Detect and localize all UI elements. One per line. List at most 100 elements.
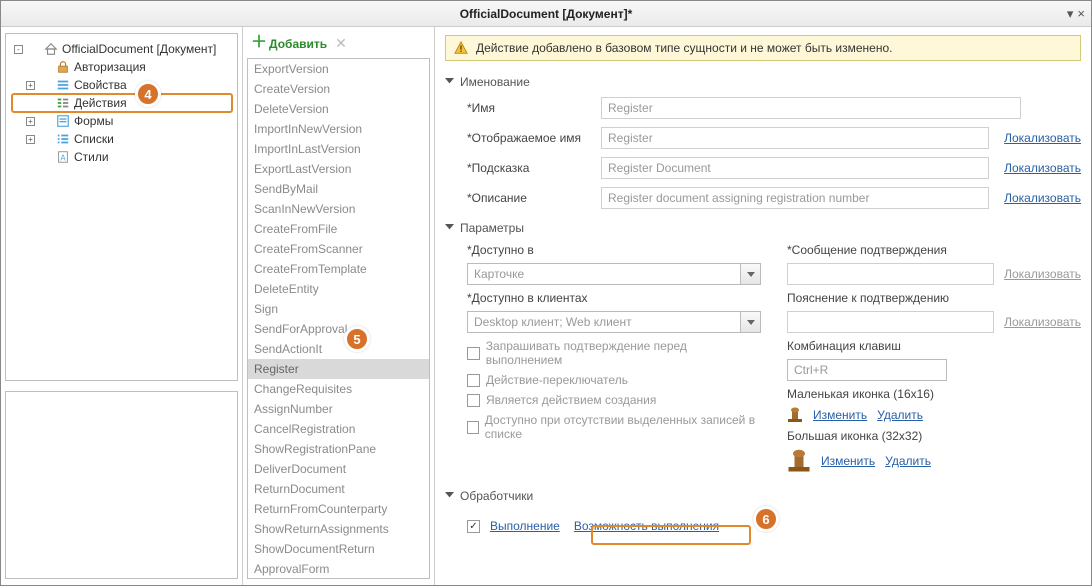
tree-node[interactable]: AСтили	[10, 148, 233, 166]
tree-expander[interactable]: +	[26, 81, 35, 90]
label-big-icon: Большая иконка (32x32)	[787, 429, 1081, 443]
tree-label: OfficialDocument [Документ]	[60, 42, 218, 56]
list-item[interactable]: ImportInNewVersion	[248, 119, 429, 139]
localize-hint[interactable]: Локализовать	[1004, 161, 1081, 175]
lock-icon	[56, 60, 70, 74]
list-item[interactable]: ReturnFromCounterparty	[248, 499, 429, 519]
display-name-input[interactable]	[601, 127, 989, 149]
tree-node[interactable]: Авторизация	[10, 58, 233, 76]
name-input[interactable]	[601, 97, 1021, 119]
toggle-action-checkbox[interactable]	[467, 374, 480, 387]
form-icon	[56, 114, 70, 128]
list-item[interactable]: ChangeRequisites	[248, 379, 429, 399]
tree-node[interactable]: + Списки	[10, 130, 233, 148]
execute-checkbox[interactable]	[467, 520, 480, 533]
label-available-clients: *Доступно в клиентах	[467, 291, 761, 305]
chevron-down-icon	[445, 492, 454, 501]
tree-expander[interactable]: -	[14, 45, 23, 54]
list-item[interactable]: DeleteEntity	[248, 279, 429, 299]
label-shortcut: Комбинация клавиш	[787, 339, 1081, 353]
list-item[interactable]: SendForApproval	[248, 319, 429, 339]
label-description: *Описание	[467, 191, 601, 205]
minimize-button[interactable]: ▾	[1067, 6, 1074, 22]
style-icon: A	[56, 150, 70, 164]
section-handlers[interactable]: Обработчики	[445, 489, 1081, 503]
list-item[interactable]: ReturnDocument	[248, 479, 429, 499]
change-small-icon[interactable]: Изменить	[813, 408, 867, 422]
list-item[interactable]: ShowReturnAssignments	[248, 519, 429, 539]
available-clients-select[interactable]: Desktop клиент; Web клиент	[467, 311, 761, 333]
add-action-button[interactable]: ＋ Добавить	[251, 37, 327, 51]
section-params[interactable]: Параметры	[445, 221, 1081, 235]
localize-description[interactable]: Локализовать	[1004, 191, 1081, 205]
titlebar: OfficialDocument [Документ]* ▾ ×	[1, 1, 1091, 27]
list-item[interactable]: DeliverDocument	[248, 459, 429, 479]
list-item[interactable]: AssignNumber	[248, 399, 429, 419]
tree-node[interactable]: + Свойства	[10, 76, 233, 94]
section-naming[interactable]: Именование	[445, 75, 1081, 89]
tree-expander[interactable]: +	[26, 135, 35, 144]
dropdown-button[interactable]	[740, 312, 760, 332]
hint-input[interactable]	[601, 157, 989, 179]
label-confirm-msg: *Сообщение подтверждения	[787, 243, 1081, 257]
execute-handler-link[interactable]: Выполнение	[490, 519, 560, 533]
list-item[interactable]: CreateFromFile	[248, 219, 429, 239]
svg-text:A: A	[60, 154, 66, 163]
localize-display-name[interactable]: Локализовать	[1004, 131, 1081, 145]
delete-small-icon[interactable]: Удалить	[877, 408, 923, 422]
label-confirm-desc: Пояснение к подтверждению	[787, 291, 1081, 305]
warning-icon	[454, 41, 468, 55]
list-item[interactable]: CreateFromTemplate	[248, 259, 429, 279]
list-item[interactable]: SendActionIt	[248, 339, 429, 359]
dropdown-button[interactable]	[740, 264, 760, 284]
ask-confirm-checkbox[interactable]	[467, 347, 480, 360]
tree-label: Действия	[72, 96, 129, 110]
list-item[interactable]: CreateFromScanner	[248, 239, 429, 259]
delete-action-button[interactable]: ✕	[335, 35, 347, 52]
tree-node[interactable]: - OfficialDocument [Документ]	[10, 40, 233, 58]
avail-no-selection-checkbox[interactable]	[467, 421, 479, 434]
list-item[interactable]: ApprovalForm	[248, 559, 429, 579]
shortcut-input[interactable]: Ctrl+R	[787, 359, 947, 381]
list-item[interactable]: Sign	[248, 299, 429, 319]
label-hint: *Подсказка	[467, 161, 601, 175]
list-item[interactable]: ImportInLastVersion	[248, 139, 429, 159]
available-in-select[interactable]: Карточке	[467, 263, 761, 285]
tree-node[interactable]: Действия	[10, 94, 233, 112]
list-item[interactable]: CreateVersion	[248, 79, 429, 99]
chevron-down-icon	[445, 78, 454, 87]
info-banner-text: Действие добавлено в базовом типе сущнос…	[476, 41, 892, 55]
tree-preview-box	[5, 391, 238, 579]
list-item[interactable]: ShowDocumentReturn	[248, 539, 429, 559]
close-button[interactable]: ×	[1077, 6, 1085, 22]
list-item[interactable]: Register	[248, 359, 429, 379]
localize-confirm-msg: Локализовать	[1004, 267, 1081, 281]
tree-expander[interactable]: +	[26, 117, 35, 126]
tree-label: Списки	[72, 132, 116, 146]
tree-label: Свойства	[72, 78, 129, 92]
list-item[interactable]: SendByMail	[248, 179, 429, 199]
description-input[interactable]	[601, 187, 989, 209]
actions-list[interactable]: ExportVersionCreateVersionDeleteVersionI…	[247, 58, 430, 579]
list-item[interactable]: ShowRegistrationPane	[248, 439, 429, 459]
list-item[interactable]: ScanInNewVersion	[248, 199, 429, 219]
label-small-icon: Маленькая иконка (16x16)	[787, 387, 1081, 401]
list-item[interactable]: DeleteVersion	[248, 99, 429, 119]
list-item[interactable]: CancelRegistration	[248, 419, 429, 439]
chevron-down-icon	[445, 224, 454, 233]
list-item[interactable]: ExportVersion	[248, 59, 429, 79]
confirm-desc-input[interactable]	[787, 311, 994, 333]
is-create-action-checkbox[interactable]	[467, 394, 480, 407]
confirm-msg-input[interactable]	[787, 263, 994, 285]
list-icon	[56, 132, 70, 146]
house-icon	[44, 42, 58, 56]
tree-label: Формы	[72, 114, 115, 128]
delete-big-icon[interactable]: Удалить	[885, 454, 931, 468]
entity-tree: - OfficialDocument [Документ] Авторизация +…	[5, 33, 238, 381]
tree-node[interactable]: + Формы	[10, 112, 233, 130]
can-execute-handler-link[interactable]: Возможность выполнения	[570, 517, 723, 535]
list-item[interactable]: ExportLastVersion	[248, 159, 429, 179]
add-label: Добавить	[269, 37, 327, 51]
tree-label: Авторизация	[72, 60, 148, 74]
change-big-icon[interactable]: Изменить	[821, 454, 875, 468]
